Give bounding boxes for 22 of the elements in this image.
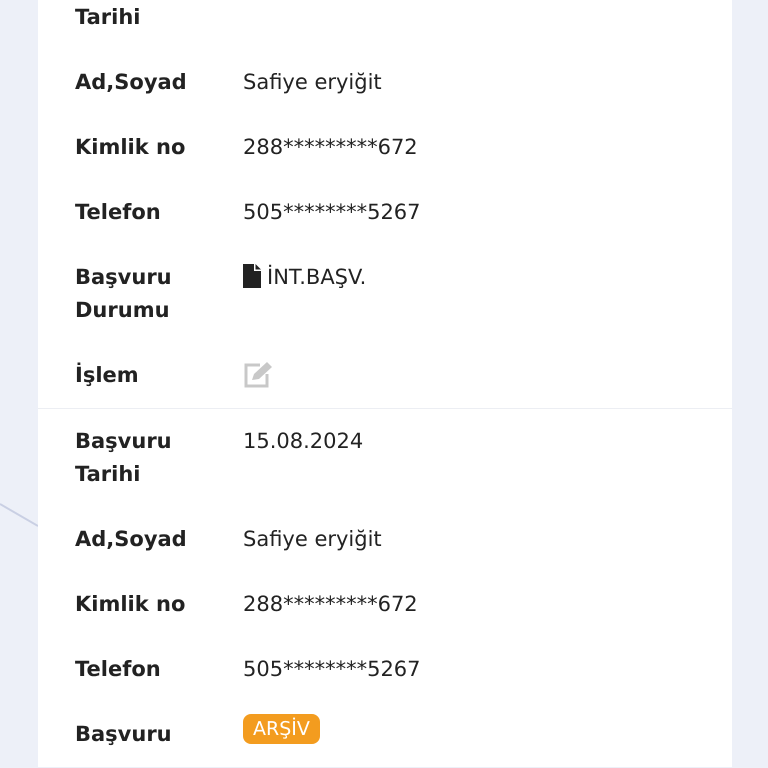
field-label: Ad,Soyad bbox=[75, 69, 188, 96]
edit-icon[interactable] bbox=[243, 361, 273, 389]
field-label: Başvuru bbox=[75, 721, 173, 748]
field-label: Kimlik no bbox=[75, 134, 186, 161]
field-label: Başvuru Durumu bbox=[75, 264, 173, 324]
field-value: 505********5267 bbox=[243, 199, 421, 226]
field-value: Safiye eryiğit bbox=[243, 526, 382, 553]
field-label: Başvuru Tarihi bbox=[75, 428, 173, 488]
document-icon bbox=[243, 264, 261, 288]
field-label: Tarihi bbox=[75, 4, 142, 31]
field-label: Telefon bbox=[75, 199, 162, 226]
field-label: Ad,Soyad bbox=[75, 526, 188, 553]
field-label: Kimlik no bbox=[75, 591, 186, 618]
field-value: 505********5267 bbox=[243, 656, 421, 683]
field-value: Safiye eryiğit bbox=[243, 69, 382, 96]
field-value: 15.08.2024 bbox=[243, 428, 364, 455]
field-value: 288*********672 bbox=[243, 134, 418, 161]
status-badge: ARŞİV bbox=[243, 714, 320, 744]
status-text: İNT.BAŞV. bbox=[267, 264, 366, 291]
field-label: İşlem bbox=[75, 362, 140, 389]
field-value: 288*********672 bbox=[243, 591, 418, 618]
field-label: Telefon bbox=[75, 656, 162, 683]
